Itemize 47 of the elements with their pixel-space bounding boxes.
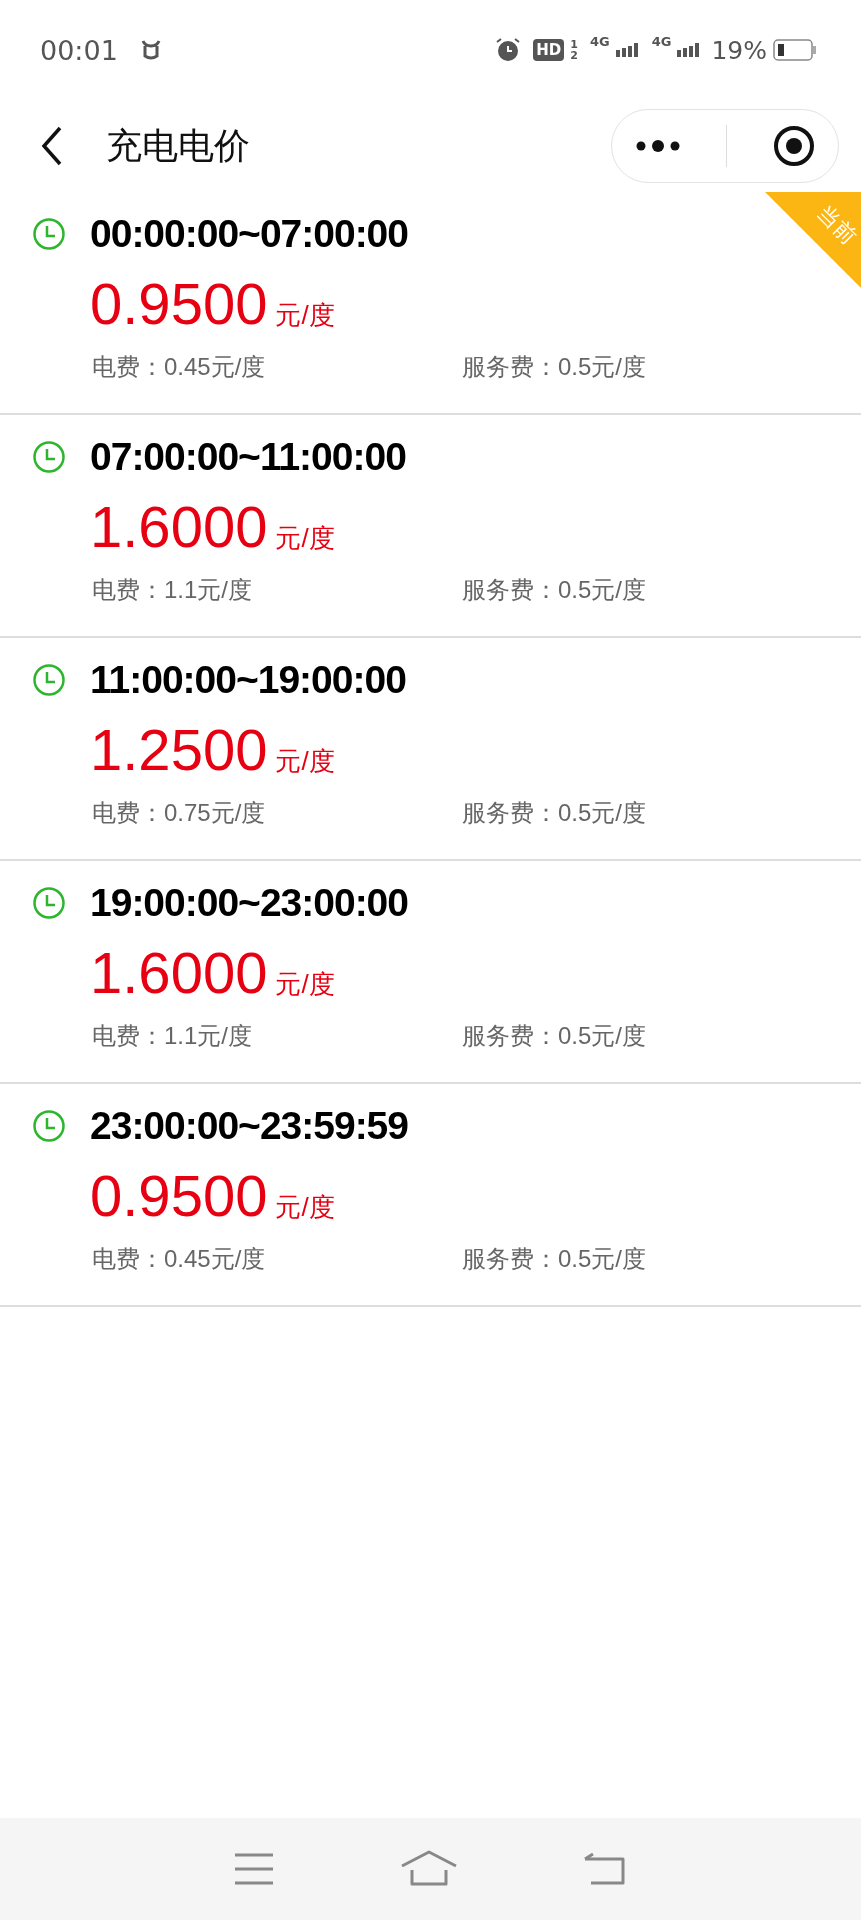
network-type: 4G bbox=[651, 34, 672, 49]
price: 1.2500 bbox=[90, 716, 268, 783]
battery-percent: 19% bbox=[711, 35, 767, 65]
time-range: 00:00:00~07:00:00 bbox=[90, 212, 408, 256]
clock-icon bbox=[32, 1109, 66, 1143]
page-title: 充电电价 bbox=[106, 123, 250, 168]
price: 0.9500 bbox=[90, 270, 268, 337]
price-unit: 元/度 bbox=[275, 745, 335, 778]
service-fee: 服务费：0.5元/度 bbox=[462, 352, 647, 382]
clock-icon bbox=[32, 440, 66, 474]
electricity-fee: 电费：1.1元/度 bbox=[92, 575, 254, 605]
more-icon[interactable] bbox=[634, 140, 681, 152]
home-icon[interactable] bbox=[399, 1850, 458, 1888]
current-badge: 当前 bbox=[765, 192, 861, 288]
price: 1.6000 bbox=[90, 939, 268, 1006]
signal-icon bbox=[615, 43, 640, 57]
price-unit: 元/度 bbox=[275, 968, 335, 1001]
back-icon[interactable] bbox=[40, 126, 64, 166]
service-fee: 服务费：0.5元/度 bbox=[462, 1244, 647, 1274]
sim-number: 1 bbox=[570, 39, 578, 50]
clock-icon bbox=[32, 217, 66, 251]
hd-icon: HD bbox=[533, 39, 565, 61]
price: 0.9500 bbox=[90, 1162, 268, 1229]
sim-number: 2 bbox=[570, 50, 578, 61]
electricity-fee: 电费：0.75元/度 bbox=[92, 798, 267, 828]
electricity-fee: 电费：0.45元/度 bbox=[92, 1244, 267, 1274]
signal-icon bbox=[677, 43, 702, 57]
price: 1.6000 bbox=[90, 493, 268, 560]
service-fee: 服务费：0.5元/度 bbox=[462, 575, 647, 605]
time-range: 19:00:00~23:00:00 bbox=[90, 881, 408, 925]
electricity-fee: 电费：0.45元/度 bbox=[92, 352, 267, 382]
price-unit: 元/度 bbox=[275, 1191, 335, 1224]
time-range: 23:00:00~23:59:59 bbox=[90, 1104, 408, 1148]
service-fee: 服务费：0.5元/度 bbox=[462, 1021, 647, 1051]
time-range: 07:00:00~11:00:00 bbox=[90, 435, 406, 479]
clock-icon bbox=[32, 886, 66, 920]
menu-icon[interactable] bbox=[232, 1852, 275, 1886]
alarm-icon bbox=[495, 37, 522, 63]
network-type: 4G bbox=[590, 34, 610, 49]
price-unit: 元/度 bbox=[275, 299, 335, 332]
price-unit: 元/度 bbox=[275, 522, 335, 555]
status-time: 00:01 bbox=[40, 34, 118, 66]
time-range: 11:00:00~19:00:00 bbox=[90, 658, 406, 702]
service-fee: 服务费：0.5元/度 bbox=[462, 798, 647, 828]
clock-icon bbox=[32, 663, 66, 697]
battery-icon bbox=[773, 39, 817, 61]
electricity-fee: 电费：1.1元/度 bbox=[92, 1021, 254, 1051]
